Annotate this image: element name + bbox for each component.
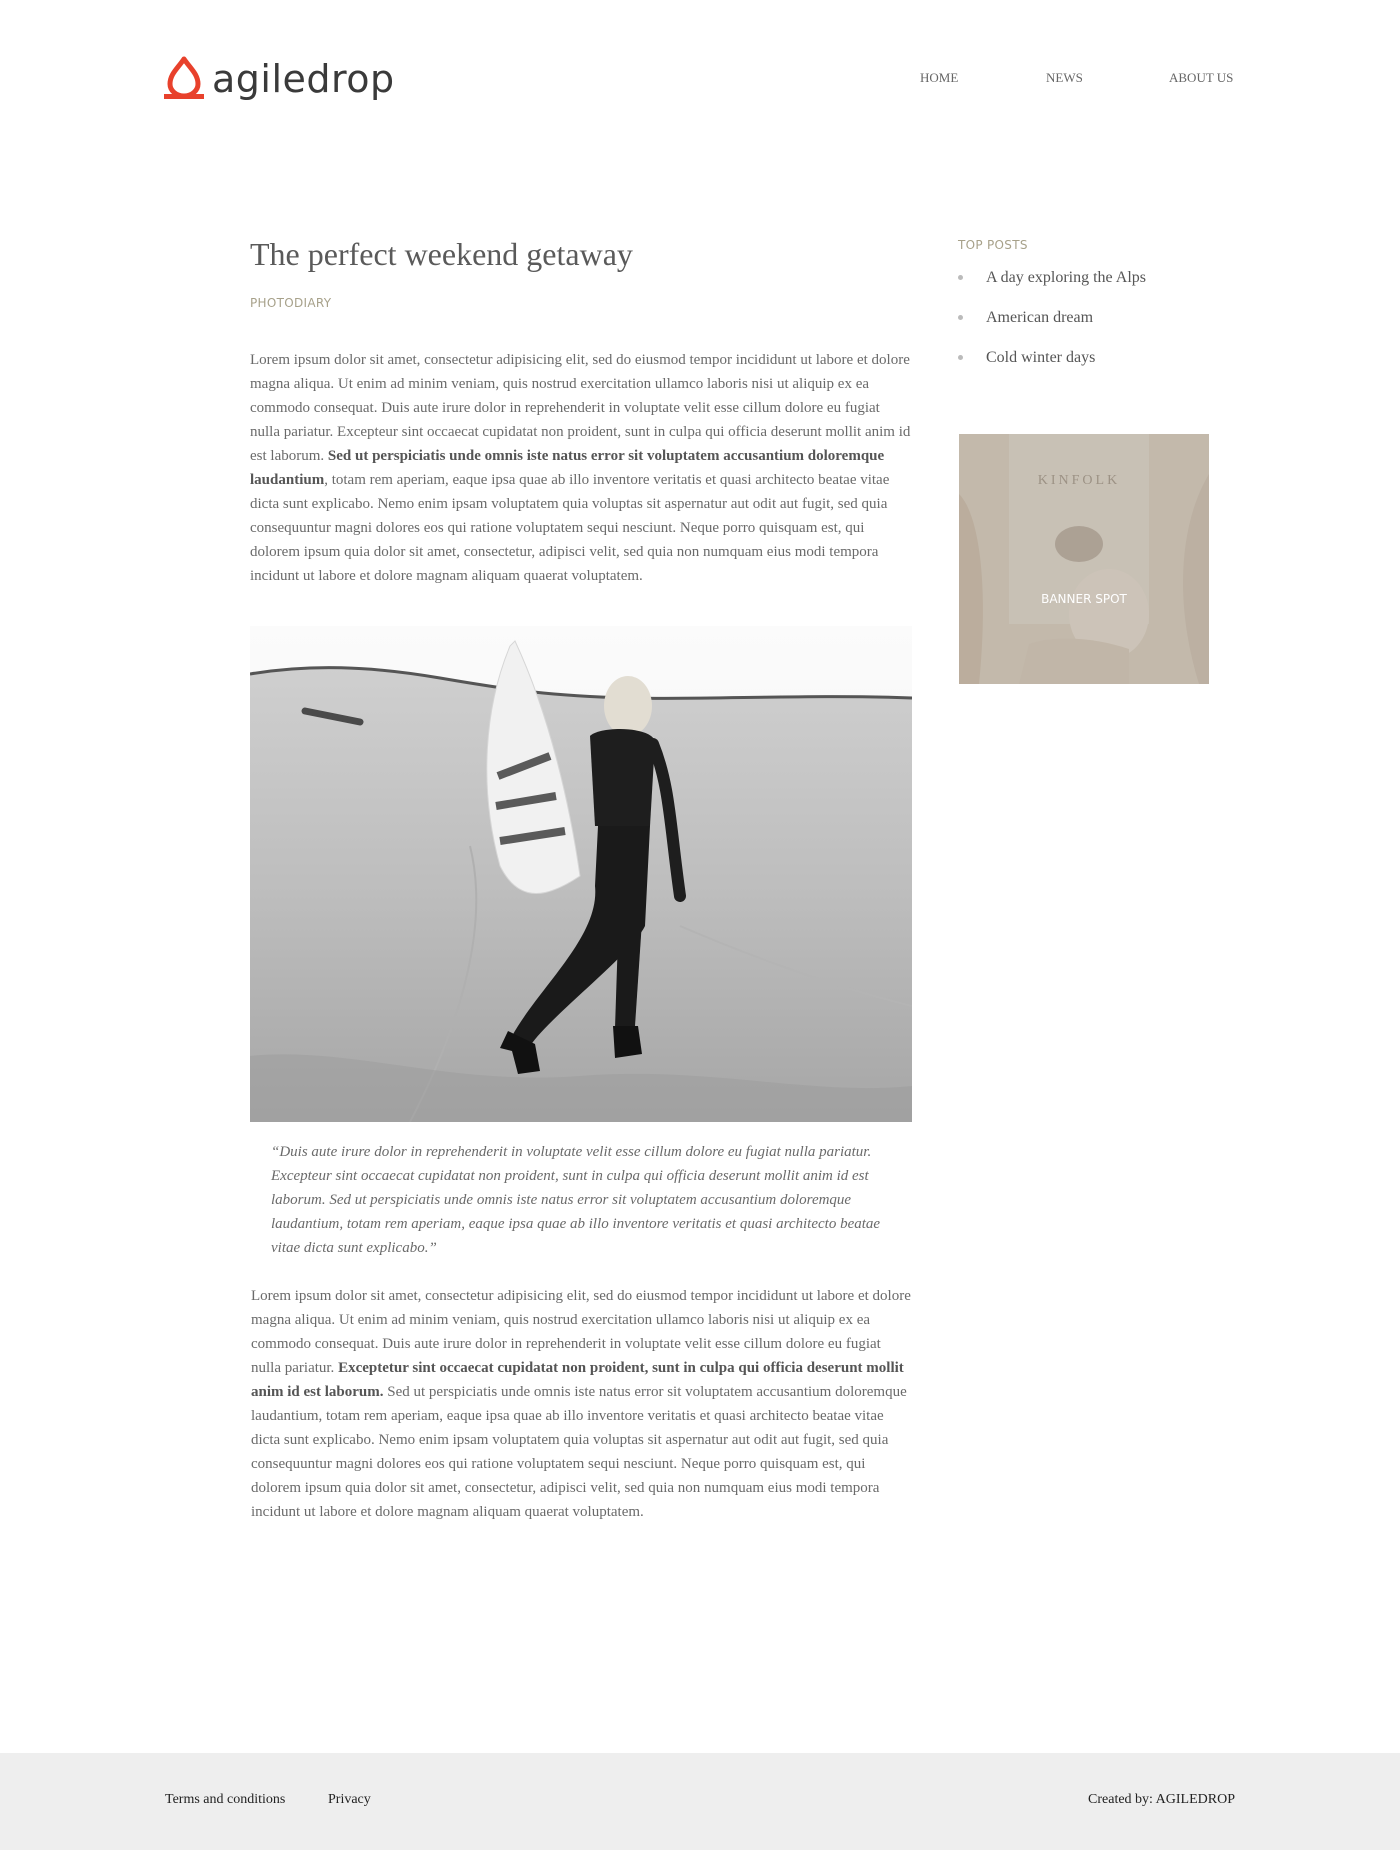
article-paragraph-2: Lorem ipsum dolor sit amet, consectetur … xyxy=(251,1284,911,1524)
privacy-link[interactable]: Privacy xyxy=(328,1792,371,1808)
banner-label: BANNER SPOT xyxy=(1041,592,1127,606)
top-posts-title: TOP POSTS xyxy=(958,238,1028,252)
top-post-item[interactable]: Cold winter days xyxy=(958,346,1218,386)
terms-link[interactable]: Terms and conditions xyxy=(165,1792,285,1808)
article: The perfect weekend getaway PHOTODIARY L… xyxy=(250,230,912,588)
nav-home[interactable]: HOME xyxy=(920,70,958,86)
top-post-label: American dream xyxy=(986,309,1094,326)
footer-credit: Created by: AGILEDROP xyxy=(1088,1792,1235,1807)
top-post-label: A day exploring the Alps xyxy=(986,269,1146,286)
top-post-label: Cold winter days xyxy=(986,349,1096,366)
article-photo xyxy=(250,626,912,1122)
bullet-icon xyxy=(958,355,963,360)
banner-image: KINFOLK xyxy=(959,434,1209,684)
site-header: agiledrop HOME NEWS ABOUT US xyxy=(0,0,1400,160)
banner-spot[interactable]: KINFOLK BANNER SPOT xyxy=(959,434,1209,684)
article-paragraph-1: Lorem ipsum dolor sit amet, consectetur … xyxy=(250,348,912,588)
drop-logo-icon xyxy=(164,56,204,99)
site-footer: Terms and conditions Privacy Created by:… xyxy=(0,1753,1400,1850)
logo-text: agiledrop xyxy=(212,57,395,101)
paragraph-text: Sed ut perspiciatis unde omnis iste natu… xyxy=(251,1384,907,1520)
article-paragraph-2-wrap: Lorem ipsum dolor sit amet, consectetur … xyxy=(251,1284,911,1524)
bullet-icon xyxy=(958,315,963,320)
article-title: The perfect weekend getaway xyxy=(250,236,633,272)
bullet-icon xyxy=(958,275,963,280)
site-logo[interactable]: agiledrop xyxy=(164,56,395,102)
nav-about-us[interactable]: ABOUT US xyxy=(1169,70,1233,86)
article-category[interactable]: PHOTODIARY xyxy=(250,296,912,310)
top-post-item[interactable]: American dream xyxy=(958,306,1218,346)
top-post-item[interactable]: A day exploring the Alps xyxy=(958,266,1218,306)
top-posts-list: A day exploring the Alps American dream … xyxy=(958,266,1218,386)
article-quote: “Duis aute irure dolor in reprehenderit … xyxy=(271,1144,881,1256)
sidebar: TOP POSTS A day exploring the Alps Ameri… xyxy=(958,238,1218,386)
nav-news[interactable]: NEWS xyxy=(1046,70,1083,86)
paragraph-text: , totam rem aperiam, eaque ipsa quae ab … xyxy=(250,472,890,584)
